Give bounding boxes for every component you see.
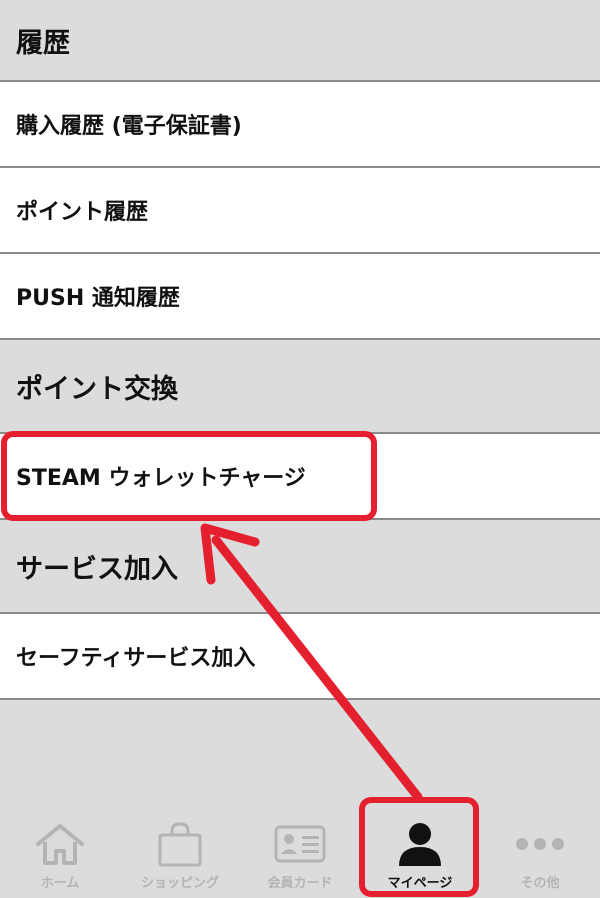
tab-mypage-label: マイページ	[387, 876, 453, 891]
section-header-point-exchange: ポイント交換	[0, 340, 600, 434]
tab-other[interactable]: その他	[480, 800, 600, 898]
shopping-bag-icon	[150, 822, 210, 867]
menu-item-safety-service-signup-label: セーフティサービス加入	[16, 646, 256, 671]
menu-item-push-history-label: PUSH 通知履歴	[16, 286, 180, 311]
tab-shopping-label: ショッピング	[140, 876, 219, 891]
home-icon	[30, 822, 90, 866]
bottom-tab-bar: ホーム ショッピング 会員カード マイページ その他	[0, 800, 600, 898]
tab-shopping[interactable]: ショッピング	[120, 800, 240, 898]
person-icon	[390, 822, 450, 866]
menu-item-purchase-history-label: 購入履歴 (電子保証書)	[16, 114, 242, 139]
tab-mypage[interactable]: マイページ	[360, 800, 480, 898]
menu-item-steam-wallet-charge-label: STEAM ウォレットチャージ	[16, 466, 306, 491]
section-header-history-label: 履歴	[16, 27, 70, 59]
member-card-icon	[270, 822, 330, 866]
menu-item-point-history-label: ポイント履歴	[16, 200, 149, 225]
tab-member-card[interactable]: 会員カード	[240, 800, 360, 898]
section-header-history: 履歴	[0, 0, 600, 82]
menu-item-push-history[interactable]: PUSH 通知履歴	[0, 254, 600, 340]
menu-item-steam-wallet-charge[interactable]: STEAM ウォレットチャージ	[0, 434, 600, 520]
tab-member-card-label: 会員カード	[267, 876, 333, 891]
section-header-service-signup-label: サービス加入	[16, 553, 178, 585]
menu-item-purchase-history[interactable]: 購入履歴 (電子保証書)	[0, 82, 600, 168]
section-header-service-signup: サービス加入	[0, 520, 600, 614]
menu-item-safety-service-signup[interactable]: セーフティサービス加入	[0, 614, 600, 700]
tab-home[interactable]: ホーム	[0, 800, 120, 898]
menu-item-point-history[interactable]: ポイント履歴	[0, 168, 600, 254]
section-header-point-exchange-label: ポイント交換	[16, 373, 178, 405]
more-dots-icon	[510, 822, 570, 866]
tab-home-label: ホーム	[40, 876, 80, 891]
tab-other-label: その他	[520, 876, 560, 891]
